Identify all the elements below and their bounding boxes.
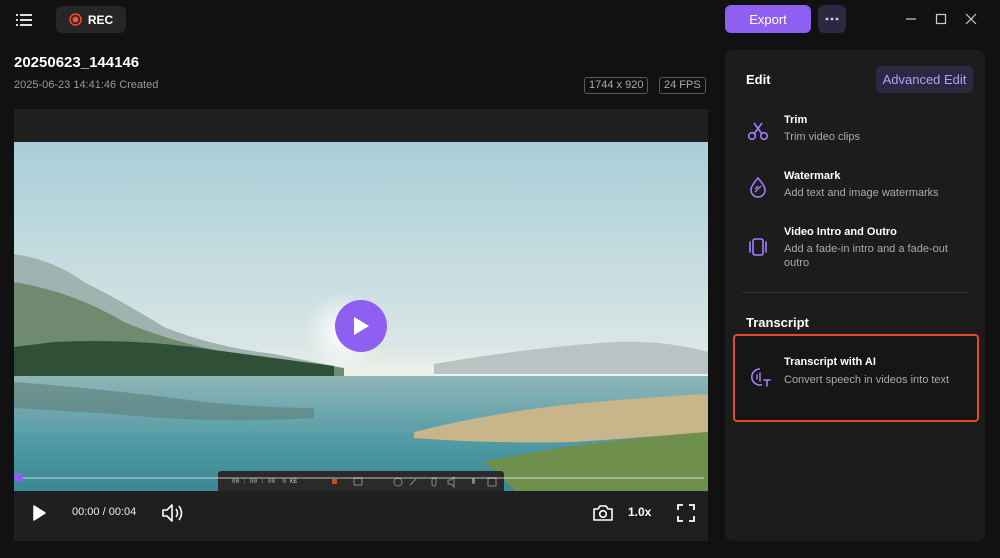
more-options-button[interactable]: [818, 5, 846, 33]
export-button[interactable]: Export: [725, 5, 811, 33]
section-divider: [742, 292, 968, 293]
close-window-button[interactable]: [959, 8, 983, 30]
ai-transcript-icon: [747, 364, 773, 390]
minimize-button[interactable]: [899, 8, 923, 30]
intro-outro-icon: [745, 234, 771, 260]
intro-outro-title: Video Intro and Outro: [784, 226, 897, 238]
play-icon: [354, 317, 369, 335]
fullscreen-button[interactable]: [674, 501, 698, 525]
camera-icon: [593, 505, 613, 521]
menu-list-button[interactable]: [10, 8, 38, 32]
list-menu-icon: [16, 14, 32, 26]
play-button[interactable]: [28, 502, 50, 524]
watermark-title: Watermark: [784, 170, 841, 182]
video-title: 20250623_144146: [14, 54, 140, 71]
video-player[interactable]: 00 : 00 : 00 0 KB 00:00 / 00:04 1.0x: [14, 109, 708, 541]
rec-label: REC: [87, 12, 114, 27]
trim-title: Trim: [784, 114, 808, 126]
transcript-title: Transcript with AI: [784, 356, 876, 368]
volume-button[interactable]: [160, 501, 186, 525]
playback-speed-button[interactable]: 1.0x: [628, 505, 651, 519]
progress-thumb[interactable]: [14, 473, 23, 482]
watermark-description: Add text and image watermarks: [784, 187, 939, 199]
fps-badge: 24 FPS: [659, 77, 706, 94]
intro-outro-description: Add a fade-in intro and a fade-out outro: [784, 243, 948, 269]
resolution-badge: 1744 x 920: [584, 77, 649, 94]
intro-outro-option[interactable]: Video Intro and Outro Add a fade-in intr…: [733, 222, 977, 272]
transcript-description: Convert speech in videos into text: [784, 374, 950, 386]
edit-heading: Edit: [746, 72, 771, 87]
video-created-date: 2025-06-23 14:41:46 Created: [14, 79, 159, 91]
snapshot-button[interactable]: [590, 501, 616, 525]
progress-track[interactable]: [18, 477, 704, 479]
close-icon: [965, 13, 977, 25]
volume-icon: [162, 504, 183, 522]
watermark-option[interactable]: Watermark Add text and image watermarks: [733, 166, 977, 210]
rec-button[interactable]: REC: [56, 6, 126, 33]
playback-time: 00:00 / 00:04: [72, 506, 137, 518]
fullscreen-icon: [677, 504, 695, 522]
trim-option[interactable]: Trim Trim video clips: [733, 110, 977, 154]
transcript-with-ai-option[interactable]: Transcript with AI Convert speech in vid…: [733, 334, 979, 422]
record-icon: [69, 13, 82, 26]
watermark-drop-icon: [745, 174, 771, 200]
transcript-heading: Transcript: [746, 315, 809, 330]
minimize-icon: [906, 18, 916, 20]
scissors-icon: [745, 118, 771, 144]
center-play-button[interactable]: [335, 300, 387, 352]
ellipsis-icon: [825, 17, 839, 21]
maximize-button[interactable]: [929, 8, 953, 30]
trim-description: Trim video clips: [784, 131, 860, 143]
play-icon: [33, 505, 46, 521]
maximize-icon: [935, 13, 947, 25]
edit-panel: Edit Advanced Edit Trim Trim video clips…: [725, 50, 985, 541]
advanced-edit-button[interactable]: Advanced Edit: [876, 66, 973, 93]
recording-toolbar-time: 00 : 00 : 00 0 KB: [232, 478, 297, 485]
player-controls: 00:00 / 00:04 1.0x: [14, 491, 708, 541]
